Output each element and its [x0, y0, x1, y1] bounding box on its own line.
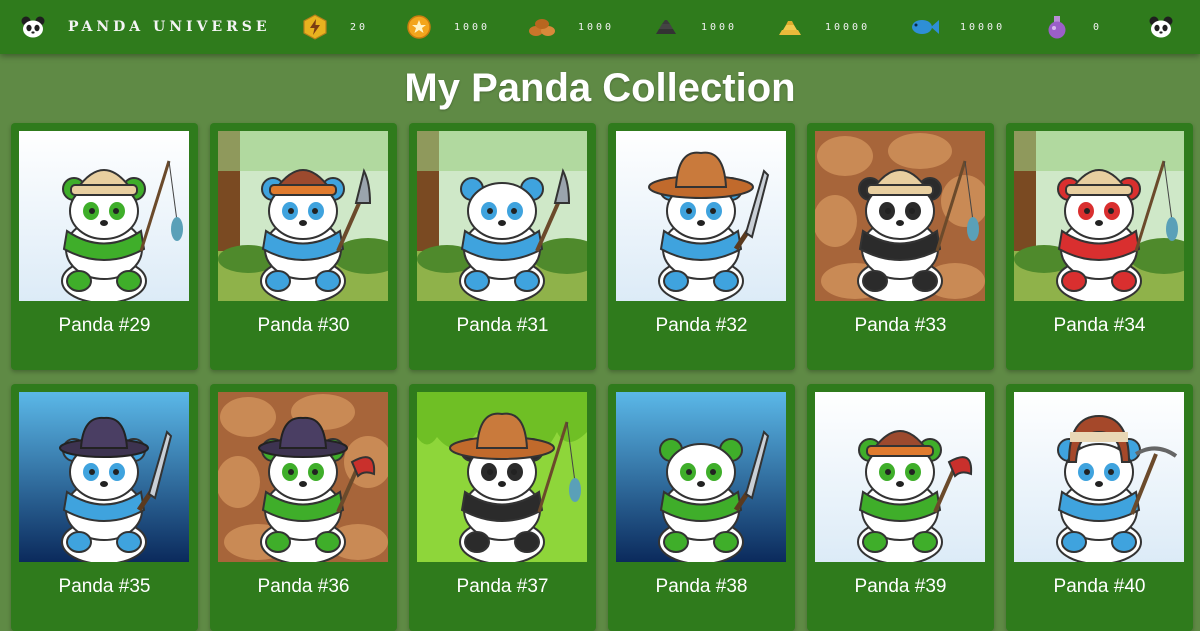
panda-card[interactable]: Panda #37 [409, 384, 596, 631]
panda-card[interactable]: Panda #33 [807, 123, 994, 370]
panda-card[interactable]: Panda #32 [608, 123, 795, 370]
page-title: My Panda Collection [404, 66, 796, 110]
panda-card[interactable]: Panda #40 [1006, 384, 1193, 631]
panda-name: Panda #31 [456, 315, 549, 336]
panda-name: Panda #37 [456, 576, 549, 597]
panda-name: Panda #40 [1053, 576, 1146, 597]
panda-card[interactable]: Panda #38 [608, 384, 795, 631]
fish-icon [912, 20, 939, 34]
lightning-icon [303, 14, 327, 40]
panda-name: Panda #29 [58, 315, 151, 336]
panda-illustration [815, 131, 985, 301]
coin-icon [407, 15, 431, 39]
panda-image [417, 131, 587, 301]
panda-image [1014, 131, 1184, 301]
panda-image [218, 131, 388, 301]
panda-illustration [417, 131, 587, 301]
potion-value: 0 [1093, 21, 1103, 33]
resource-coins [406, 0, 432, 54]
panda-card[interactable]: Panda #34 [1006, 123, 1193, 370]
stone-bricks-icon [656, 20, 676, 34]
panda-card[interactable]: Panda #29 [11, 123, 198, 370]
panda-card[interactable]: Panda #30 [210, 123, 397, 370]
top-bar: PANDA UNIVERSE 20 1000 1000 1000 10000 1… [0, 0, 1200, 54]
panda-illustration [218, 131, 388, 301]
potion-icon [1048, 16, 1066, 39]
panda-name: Panda #36 [257, 576, 350, 597]
panda-card[interactable]: Panda #39 [807, 384, 994, 631]
panda-name: Panda #33 [854, 315, 947, 336]
panda-illustration [19, 392, 189, 562]
stone-value: 1000 [701, 21, 738, 33]
panda-name: Panda #39 [854, 576, 947, 597]
profile-button[interactable] [1148, 0, 1174, 54]
panda-image [19, 392, 189, 562]
fish-value: 10000 [960, 21, 1006, 33]
panda-image [616, 392, 786, 562]
resource-stone [652, 0, 680, 54]
panda-image [1014, 392, 1184, 562]
panda-illustration [218, 392, 388, 562]
panda-illustration [815, 392, 985, 562]
panda-image [616, 131, 786, 301]
panda-name: Panda #32 [655, 315, 748, 336]
coins-value: 1000 [454, 21, 491, 33]
resource-food [527, 0, 557, 54]
resource-potion [1044, 0, 1070, 54]
panda-illustration [417, 392, 587, 562]
gold-value: 10000 [825, 21, 871, 33]
panda-name: Panda #30 [257, 315, 350, 336]
panda-face-icon [1149, 16, 1173, 38]
panda-illustration [616, 131, 786, 301]
panda-illustration [19, 131, 189, 301]
gold-bars-icon [779, 21, 801, 35]
panda-image [218, 392, 388, 562]
panda-card[interactable]: Panda #35 [11, 384, 198, 631]
panda-illustration [616, 392, 786, 562]
food-value: 1000 [578, 21, 615, 33]
panda-card[interactable]: Panda #31 [409, 123, 596, 370]
panda-image [815, 131, 985, 301]
bread-icon [529, 19, 555, 36]
panda-name: Panda #38 [655, 576, 748, 597]
brand-logo[interactable] [20, 0, 46, 54]
energy-value: 20 [350, 21, 369, 33]
panda-illustration [1014, 392, 1184, 562]
resource-energy [302, 0, 328, 54]
panda-name: Panda #34 [1053, 315, 1146, 336]
resource-gold [776, 0, 804, 54]
panda-image [19, 131, 189, 301]
panda-image [417, 392, 587, 562]
brand-title: PANDA UNIVERSE [68, 19, 271, 35]
panda-card[interactable]: Panda #36 [210, 384, 397, 631]
panda-face-icon [21, 16, 45, 38]
panda-image [815, 392, 985, 562]
resource-fish [908, 0, 940, 54]
panda-illustration [1014, 131, 1184, 301]
panda-name: Panda #35 [58, 576, 151, 597]
